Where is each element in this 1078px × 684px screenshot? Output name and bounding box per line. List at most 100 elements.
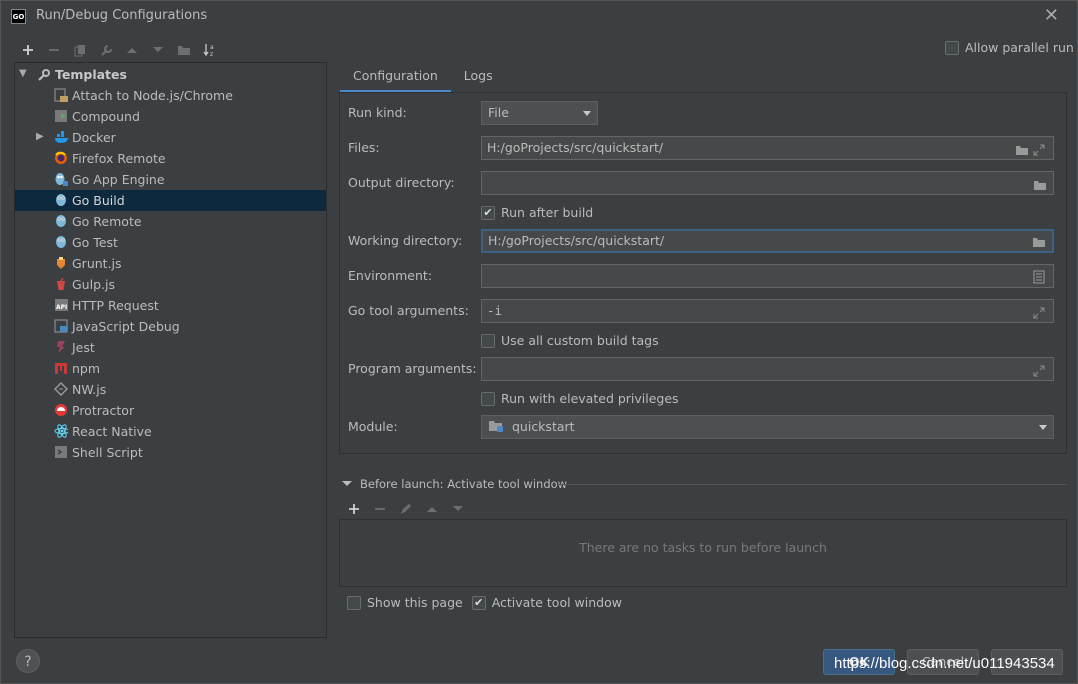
gulp-icon bbox=[54, 277, 68, 291]
run-after-build-label: Run after build bbox=[501, 205, 594, 220]
activate-tool-window-checkbox[interactable]: ✔ bbox=[471, 595, 486, 610]
tree-item-label: Attach to Node.js/Chrome bbox=[72, 88, 233, 103]
tree-item-docker[interactable]: ▶ Docker bbox=[15, 127, 326, 148]
tree-item-nw-js[interactable]: NW.js bbox=[15, 379, 326, 400]
expand-icon[interactable] bbox=[1033, 141, 1047, 156]
expand-icon[interactable] bbox=[1033, 304, 1047, 319]
go-tool-arguments-value: -i bbox=[487, 303, 503, 318]
tree-item-label: Jest bbox=[72, 340, 95, 355]
tree-item-label: HTTP Request bbox=[72, 298, 159, 313]
grunt-icon bbox=[54, 256, 68, 270]
tree-item-go-remote[interactable]: Go Remote bbox=[15, 211, 326, 232]
tree-item-protractor[interactable]: Protractor bbox=[15, 400, 326, 421]
compound-icon bbox=[54, 109, 68, 123]
tree-item-grunt-js[interactable]: Grunt.js bbox=[15, 253, 326, 274]
tree-item-http-request[interactable]: API HTTP Request bbox=[15, 295, 326, 316]
expand-arrow-icon[interactable]: ▼ bbox=[19, 68, 27, 79]
chevron-down-icon bbox=[583, 111, 591, 116]
tree-item-label: Go Build bbox=[72, 193, 125, 208]
move-up-icon[interactable] bbox=[119, 39, 145, 61]
move-task-down-icon[interactable] bbox=[445, 498, 471, 520]
folder-icon[interactable] bbox=[1033, 176, 1047, 190]
sort-icon[interactable]: az bbox=[197, 39, 223, 61]
checkbox[interactable] bbox=[945, 40, 959, 55]
tree-item-attach-to-node-js-chrome[interactable]: Attach to Node.js/Chrome bbox=[15, 85, 326, 106]
tab-logs[interactable]: Logs bbox=[451, 63, 506, 93]
add-task-icon[interactable] bbox=[341, 498, 367, 520]
before-launch-header[interactable]: Before launch: Activate tool window bbox=[341, 477, 567, 491]
expand-icon[interactable] bbox=[1033, 362, 1047, 377]
edit-task-icon[interactable] bbox=[393, 498, 419, 520]
document-icon[interactable] bbox=[1033, 269, 1047, 284]
configuration-tree: ▼ Templates Attach to Node.js/Chrome Comp… bbox=[14, 62, 327, 638]
run-debug-dialog: GO Run/Debug Configurations ✕ az ▼ Templ… bbox=[0, 0, 1078, 684]
tree-root-templates[interactable]: ▼ Templates bbox=[15, 64, 326, 85]
program-arguments-input[interactable] bbox=[481, 357, 1054, 381]
title-bar: GO Run/Debug Configurations ✕ bbox=[1, 1, 1077, 32]
tree-item-go-test[interactable]: Go Test bbox=[15, 232, 326, 253]
checkbox[interactable] bbox=[481, 333, 495, 348]
tree-item-label: React Native bbox=[72, 424, 152, 439]
svg-text:z: z bbox=[210, 51, 213, 57]
add-icon[interactable] bbox=[15, 39, 41, 61]
folder-icon[interactable] bbox=[1032, 234, 1046, 248]
tree-item-go-build[interactable]: Go Build bbox=[15, 190, 326, 211]
run-kind-select[interactable]: File bbox=[481, 101, 598, 125]
environment-input[interactable] bbox=[481, 264, 1054, 288]
tree-item-gulp-js[interactable]: Gulp.js bbox=[15, 274, 326, 295]
allow-parallel-run-checkbox[interactable]: Allow parallel run bbox=[945, 40, 1074, 55]
move-task-up-icon[interactable] bbox=[419, 498, 445, 520]
svg-text:a: a bbox=[210, 44, 214, 51]
go-gopher-icon bbox=[54, 193, 68, 207]
show-this-page-checkbox[interactable] bbox=[347, 595, 361, 610]
expand-arrow-icon[interactable]: ▶ bbox=[36, 131, 44, 142]
tree-item-npm[interactable]: npm bbox=[15, 358, 326, 379]
move-down-icon[interactable] bbox=[145, 39, 171, 61]
tree-item-label: Go Test bbox=[72, 235, 118, 250]
run-elevated-checkbox[interactable]: Run with elevated privileges bbox=[481, 391, 679, 406]
copy-icon[interactable] bbox=[67, 39, 93, 61]
checkbox-checked[interactable]: ✔ bbox=[481, 205, 495, 220]
use-custom-build-tags-checkbox[interactable]: Use all custom build tags bbox=[481, 333, 659, 348]
run-after-build-checkbox[interactable]: ✔ Run after build bbox=[481, 205, 593, 220]
tree-item-go-app-engine[interactable]: Go App Engine bbox=[15, 169, 326, 190]
module-label: Module: bbox=[348, 419, 398, 434]
tree-item-label: Docker bbox=[72, 130, 116, 145]
shell-icon bbox=[54, 445, 68, 459]
tree-item-shell-script[interactable]: Shell Script bbox=[15, 442, 326, 463]
docker-icon bbox=[54, 130, 68, 144]
remove-task-icon[interactable] bbox=[367, 498, 393, 520]
folder-icon[interactable] bbox=[1015, 141, 1029, 155]
run-elevated-label: Run with elevated privileges bbox=[501, 391, 679, 406]
files-input[interactable]: H:/goProjects/src/quickstart/ bbox=[481, 136, 1054, 160]
before-launch-title: Before launch: Activate tool window bbox=[360, 477, 568, 491]
working-directory-input[interactable]: H:/goProjects/src/quickstart/ bbox=[481, 229, 1054, 253]
tree-item-react-native[interactable]: React Native bbox=[15, 421, 326, 442]
remove-icon[interactable] bbox=[41, 39, 67, 61]
help-button[interactable]: ? bbox=[16, 649, 40, 673]
program-arguments-label: Program arguments: bbox=[348, 361, 477, 376]
wrench-icon[interactable] bbox=[93, 39, 119, 61]
before-launch-tasks-list: There are no tasks to run before launch bbox=[339, 519, 1067, 587]
before-launch-toolbar bbox=[341, 498, 471, 520]
tab-configuration[interactable]: Configuration bbox=[340, 63, 451, 93]
react-icon bbox=[54, 424, 68, 438]
tree-item-label: Firefox Remote bbox=[72, 151, 166, 166]
tree-item-jest[interactable]: Jest bbox=[15, 337, 326, 358]
move-to-folder-icon[interactable] bbox=[171, 39, 197, 61]
go-tool-arguments-input[interactable]: -i bbox=[481, 299, 1054, 323]
module-folder-icon bbox=[488, 417, 504, 439]
tree-item-label: Shell Script bbox=[72, 445, 143, 460]
npm-icon bbox=[54, 361, 68, 375]
dialog-title: Run/Debug Configurations bbox=[36, 8, 208, 23]
checkbox[interactable] bbox=[481, 391, 495, 406]
close-icon[interactable]: ✕ bbox=[1044, 5, 1059, 26]
files-value: H:/goProjects/src/quickstart/ bbox=[487, 140, 664, 155]
files-label: Files: bbox=[348, 140, 380, 155]
go-gopher-icon bbox=[54, 214, 68, 228]
module-select[interactable]: quickstart bbox=[481, 415, 1054, 439]
tree-item-firefox-remote[interactable]: Firefox Remote bbox=[15, 148, 326, 169]
output-directory-input[interactable] bbox=[481, 171, 1054, 195]
tree-item-compound[interactable]: Compound bbox=[15, 106, 326, 127]
tree-item-javascript-debug[interactable]: JavaScript Debug bbox=[15, 316, 326, 337]
